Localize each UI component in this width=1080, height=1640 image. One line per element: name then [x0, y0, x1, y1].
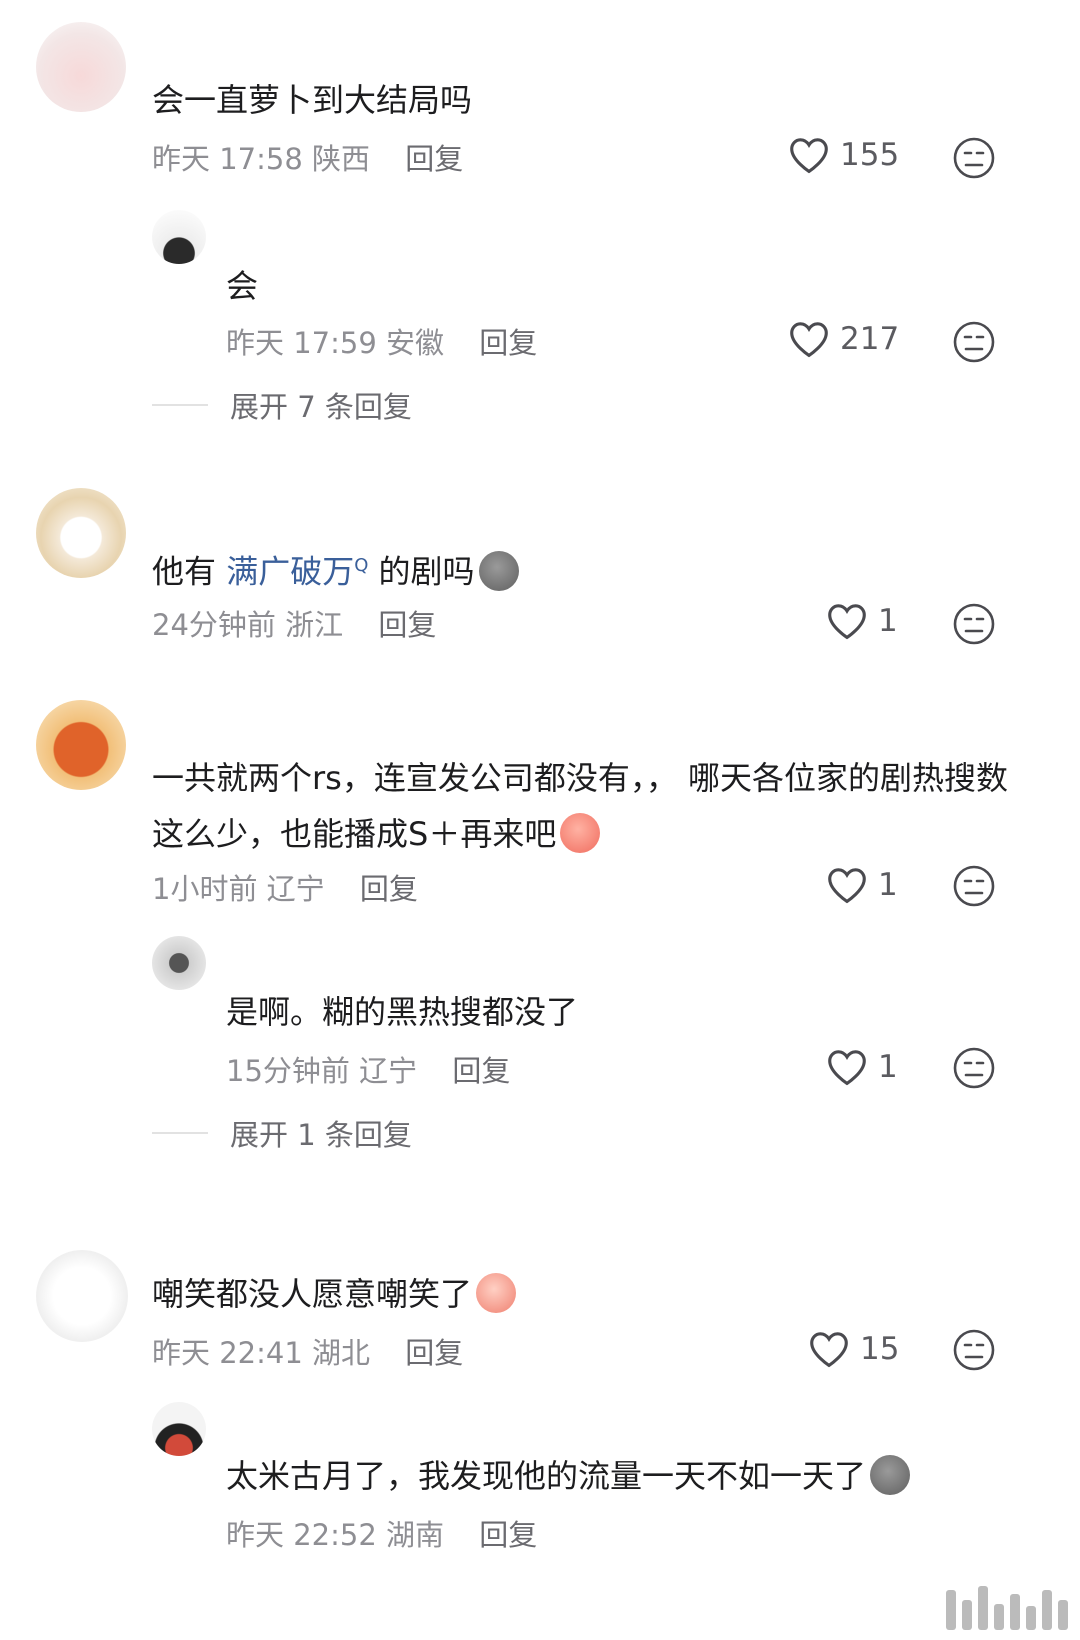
avatar[interactable] [36, 1250, 128, 1342]
comment-location: 湖北 [312, 1336, 371, 1370]
avatar[interactable] [36, 488, 126, 578]
watermark-bar [1058, 1600, 1068, 1630]
expand-label: 展开 1 条回复 [230, 1118, 412, 1152]
comment-text: 一共就两个rs，连宣发公司都没有，， 哪天各位家的剧热搜数这么少，也能播成S＋再… [152, 750, 1012, 862]
expand-replies-button[interactable]: 展开 1 条回复 [152, 1112, 412, 1154]
comment-text: 会一直萝卜到大结局吗 [152, 81, 473, 119]
comment-time: 昨天 17:58 [152, 142, 303, 176]
comment-time: 昨天 22:41 [152, 1336, 303, 1370]
heart-outline-icon [828, 604, 866, 640]
reply-text: 太米古月了，我发现他的流量一天不如一天了 [226, 1448, 911, 1504]
comment-meta: 24分钟前 浙江 回复 [152, 602, 436, 644]
watermark-bar [994, 1604, 1004, 1630]
neutral-face-icon[interactable] [952, 1046, 996, 1090]
reply-button[interactable]: 回复 [360, 872, 418, 906]
comment-meta: 1小时前 辽宁 回复 [152, 866, 418, 908]
avatar[interactable] [152, 936, 206, 990]
heart-outline-icon [828, 868, 866, 904]
comment-text-after: 的剧吗 [368, 552, 475, 591]
avatar[interactable] [152, 210, 206, 264]
like-button[interactable]: 1 [826, 866, 898, 904]
reply-text-body: 太米古月了，我发现他的流量一天不如一天了 [226, 1457, 867, 1495]
watermark-bar [1010, 1594, 1020, 1630]
sad-face-emoji-icon [478, 550, 519, 591]
like-button[interactable]: 217 [788, 320, 899, 358]
reply-meta: 15分钟前 辽宁 回复 [226, 1048, 510, 1090]
comment-location: 安徽 [386, 326, 445, 360]
expand-replies-button[interactable]: 展开 7 条回复 [152, 384, 412, 426]
heart-outline-icon [828, 1050, 866, 1086]
comment-time: 15分钟前 [226, 1054, 350, 1088]
avatar[interactable] [152, 1402, 206, 1456]
reply-button[interactable]: 回复 [479, 1518, 537, 1552]
comment-location: 陕西 [312, 142, 371, 176]
comment-text: 他有 满广破万Q 的剧吗 [152, 538, 519, 600]
reply-button[interactable]: 回复 [452, 1054, 510, 1088]
comment-location: 湖南 [386, 1518, 445, 1552]
neutral-face-icon[interactable] [952, 320, 996, 364]
heart-outline-icon [790, 138, 828, 174]
divider [152, 1132, 208, 1134]
like-count: 1 [878, 603, 898, 639]
expand-label: 展开 7 条回复 [230, 390, 412, 424]
comment-text-before: 他有 [152, 552, 227, 591]
comment-time: 24分钟前 [152, 608, 276, 642]
reply-button[interactable]: 回复 [479, 326, 537, 360]
like-count: 15 [860, 1331, 900, 1367]
peach-emoji-icon [560, 813, 601, 853]
search-icon[interactable]: Q [354, 555, 368, 576]
comment-meta: 昨天 22:41 湖北 回复 [152, 1330, 463, 1372]
neutral-face-icon[interactable] [952, 602, 996, 646]
comment-time: 昨天 17:59 [226, 326, 377, 360]
avatar[interactable] [36, 22, 126, 112]
sad-face-emoji-icon [870, 1455, 911, 1495]
heart-outline-icon [790, 322, 828, 358]
divider [152, 404, 208, 406]
neutral-face-icon[interactable] [952, 136, 996, 180]
comment-location: 浙江 [285, 608, 344, 642]
comment-time: 昨天 22:52 [226, 1518, 377, 1552]
reply-meta: 昨天 17:59 安徽 回复 [226, 320, 537, 362]
hashtag-link[interactable]: 满广破万 [226, 553, 354, 591]
like-button[interactable]: 15 [808, 1330, 899, 1368]
reply-meta: 昨天 22:52 湖南 回复 [226, 1512, 537, 1554]
like-button[interactable]: 155 [788, 136, 899, 174]
neutral-face-icon[interactable] [952, 864, 996, 908]
watermark-bar [1026, 1606, 1036, 1630]
comment-time: 1小时前 [152, 872, 258, 906]
reply-text: 会 [226, 267, 259, 305]
reply-text: 是啊。糊的黑热搜都没了 [226, 993, 579, 1031]
avatar[interactable] [36, 700, 126, 790]
like-button[interactable]: 1 [826, 1048, 898, 1086]
like-count: 155 [840, 137, 900, 173]
watermark-bar [978, 1586, 988, 1630]
crying-face-emoji-icon [476, 1273, 517, 1313]
comment-meta: 昨天 17:58 陕西 回复 [152, 136, 463, 178]
neutral-face-icon[interactable] [952, 1328, 996, 1372]
watermark-bar [962, 1600, 972, 1630]
comment-text-body: 嘲笑都没人愿意嘲笑了 [152, 1275, 473, 1313]
watermark-bar [1042, 1590, 1052, 1630]
reply-button[interactable]: 回复 [405, 1336, 463, 1370]
like-count: 1 [878, 1049, 898, 1085]
watermark-bar [946, 1590, 956, 1630]
comment-location: 辽宁 [266, 872, 325, 906]
watermark [946, 1586, 1068, 1630]
comment-location: 辽宁 [359, 1054, 418, 1088]
like-count: 1 [878, 867, 898, 903]
heart-outline-icon [810, 1332, 848, 1368]
comment-text: 嘲笑都没人愿意嘲笑了 [152, 1266, 517, 1322]
reply-button[interactable]: 回复 [378, 608, 436, 642]
like-count: 217 [840, 321, 900, 357]
reply-button[interactable]: 回复 [405, 142, 463, 176]
like-button[interactable]: 1 [826, 602, 898, 640]
